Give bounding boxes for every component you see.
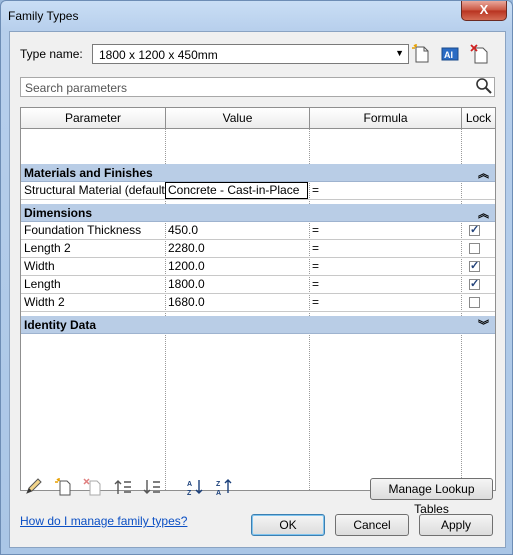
delete-parameter-icon[interactable] [83,478,103,496]
collapse-icon[interactable]: ︽ [478,165,489,181]
svg-text:A: A [187,481,192,488]
table-row[interactable]: Length 2 2280.0 = [21,240,495,258]
move-up-icon[interactable] [113,478,133,496]
parameter-cell: Foundation Thickness [24,223,142,237]
column-header-formula[interactable]: Formula [310,108,462,129]
value-editor[interactable]: Concrete - Cast-in-Place [165,182,308,199]
group-identity-data[interactable]: Identity Data ︾ [21,316,495,334]
svg-text:AI: AI [444,50,453,60]
parameter-cell: Width [24,259,55,273]
column-header-lock[interactable]: Lock [462,108,495,129]
type-name-label: Type name: [20,47,83,61]
lock-checkbox[interactable] [469,277,480,290]
dialog-body: Type name: 1800 x 1200 x 450mm ▼ AI Sear… [9,31,506,548]
svg-text:Z: Z [187,490,192,496]
formula-cell[interactable]: = [312,258,460,275]
new-parameter-icon[interactable] [54,478,74,496]
expand-icon[interactable]: ︾ [478,317,489,333]
edit-parameter-icon[interactable] [24,478,44,496]
sort-descending-icon[interactable]: Z A [215,478,235,496]
ok-button[interactable]: OK [251,514,325,536]
parameter-cell: Structural Material (default) [24,183,165,197]
move-down-icon[interactable] [142,478,162,496]
value-cell[interactable]: 2280.0 [168,240,309,257]
formula-cell[interactable]: = [312,294,460,311]
column-header-parameter[interactable]: Parameter [21,108,166,129]
group-title: Materials and Finishes [24,166,153,180]
sort-ascending-icon[interactable]: A Z [186,478,206,496]
value-cell[interactable]: 1200.0 [168,258,309,275]
value-cell[interactable]: 1800.0 [168,276,309,293]
formula-cell[interactable]: = [312,182,460,199]
group-materials-and-finishes[interactable]: Materials and Finishes ︽ [21,164,495,182]
search-icon[interactable] [474,76,494,96]
close-button[interactable]: X [461,1,507,21]
manage-lookup-tables-button[interactable]: Manage Lookup Tables [370,478,493,516]
group-title: Identity Data [24,318,97,332]
group-title: Dimensions [24,206,93,220]
parameter-cell: Width 2 [24,295,65,309]
table-row[interactable]: Width 2 1680.0 = [21,294,495,312]
formula-cell[interactable]: = [312,276,460,293]
table-row[interactable]: Foundation Thickness 450.0 = [21,222,495,240]
lock-checkbox[interactable] [469,223,480,236]
cancel-button[interactable]: Cancel [335,514,409,536]
column-header-value[interactable]: Value [166,108,310,129]
chevron-down-icon: ▼ [395,48,404,58]
lock-checkbox[interactable] [469,259,480,272]
collapse-icon[interactable]: ︽ [478,205,489,221]
lock-checkbox[interactable] [469,297,480,308]
svg-text:A: A [216,490,221,496]
formula-cell[interactable]: = [312,222,460,239]
type-name-value: 1800 x 1200 x 450mm [99,48,218,62]
search-input[interactable]: Search parameters [20,77,495,97]
table-row[interactable]: Structural Material (default) Concrete -… [21,182,495,200]
parameters-table: Parameter Value Formula Lock Materials a… [20,107,496,491]
svg-text:Z: Z [216,481,221,488]
type-name-dropdown[interactable]: 1800 x 1200 x 450mm ▼ [92,44,409,64]
lock-checkbox[interactable] [469,243,480,254]
family-types-window: Family Types X Type name: 1800 x 1200 x … [0,0,513,555]
new-type-icon[interactable] [411,43,433,65]
formula-cell[interactable]: = [312,240,460,257]
rename-type-icon[interactable]: AI [439,43,461,65]
help-link[interactable]: How do I manage family types? [20,514,187,528]
group-dimensions[interactable]: Dimensions ︽ [21,204,495,222]
close-icon: X [479,2,489,17]
table-row[interactable]: Width 1200.0 = [21,258,495,276]
search-placeholder: Search parameters [25,81,128,95]
apply-button[interactable]: Apply [419,514,493,536]
delete-type-icon[interactable] [469,43,491,65]
table-row[interactable]: Length 1800.0 = [21,276,495,294]
parameter-cell: Length 2 [24,241,71,255]
value-cell[interactable]: 1680.0 [168,294,309,311]
parameter-cell: Length [24,277,61,291]
window-title: Family Types [8,9,79,23]
value-cell[interactable]: 450.0 [168,222,309,239]
